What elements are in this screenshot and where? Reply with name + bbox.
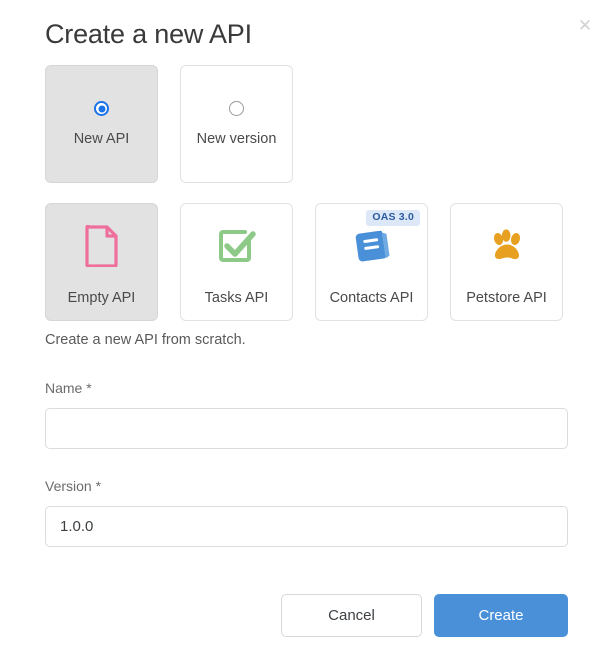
- template-card-contacts-api[interactable]: OAS 3.0 Contacts API: [315, 203, 428, 321]
- version-input[interactable]: [45, 506, 568, 547]
- create-button[interactable]: Create: [434, 594, 568, 637]
- template-card-tasks-api[interactable]: Tasks API: [180, 203, 293, 321]
- paw-icon: [451, 204, 562, 288]
- mode-card-new-api[interactable]: New API: [45, 65, 158, 183]
- mode-card-new-api-label: New API: [73, 131, 130, 147]
- template-card-petstore-api-label: Petstore API: [466, 290, 547, 306]
- version-field-label: Version *: [45, 478, 102, 494]
- name-field-group: Name *: [45, 380, 568, 449]
- api-mode-group: New API New version: [45, 65, 293, 183]
- template-card-empty-api[interactable]: Empty API: [45, 203, 158, 321]
- dialog-footer: Cancel Create: [281, 594, 568, 637]
- mode-card-new-version[interactable]: New version: [180, 65, 293, 183]
- template-card-tasks-api-label: Tasks API: [204, 290, 269, 306]
- address-book-icon: [316, 204, 427, 288]
- checkbox-check-icon: [181, 204, 292, 288]
- radio-new-api[interactable]: [94, 101, 109, 116]
- page-title: Create a new API: [45, 19, 252, 49]
- template-card-empty-api-label: Empty API: [67, 290, 136, 306]
- document-icon: [46, 204, 157, 288]
- template-card-petstore-api[interactable]: Petstore API: [450, 203, 563, 321]
- version-field-group: Version *: [45, 478, 568, 547]
- name-field-label: Name *: [45, 380, 92, 396]
- close-icon[interactable]: ✕: [574, 14, 596, 36]
- cancel-button[interactable]: Cancel: [281, 594, 422, 637]
- api-template-group: Empty API Tasks API OAS 3.0 Contacts API…: [45, 203, 563, 321]
- radio-new-version[interactable]: [229, 101, 244, 116]
- mode-card-new-version-label: New version: [196, 131, 277, 147]
- template-description: Create a new API from scratch.: [45, 332, 246, 348]
- create-api-dialog: Create a new API ✕ New API New version E…: [0, 0, 613, 664]
- name-input[interactable]: [45, 408, 568, 449]
- template-card-contacts-api-label: Contacts API: [329, 290, 414, 306]
